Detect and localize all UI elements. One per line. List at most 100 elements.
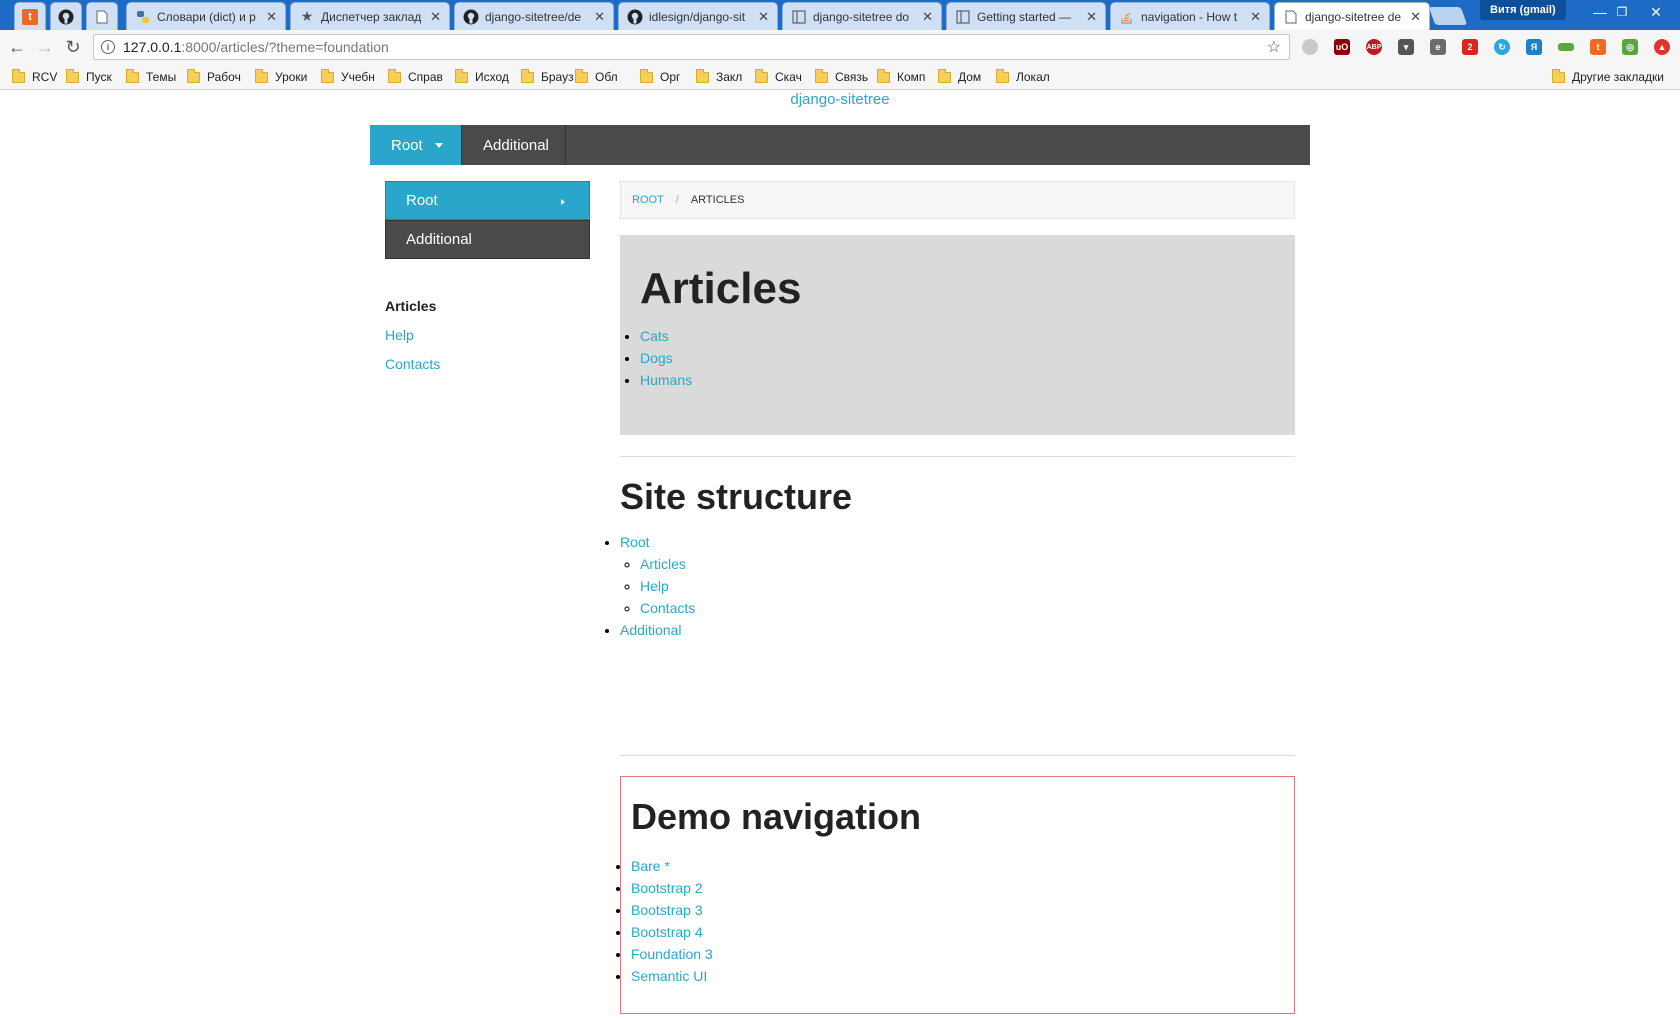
browser-tab-5[interactable]: django-sitetree/de ✕: [454, 2, 614, 30]
url-host: 127.0.0.1: [123, 39, 182, 55]
bookmark-folder[interactable]: RCV: [12, 68, 57, 86]
pocket-extension-icon[interactable]: ▾: [1398, 39, 1414, 55]
topbar-root-dropdown[interactable]: Root: [370, 125, 461, 165]
bookmark-folder[interactable]: Уроки: [255, 68, 307, 86]
article-link-humans[interactable]: Humans: [640, 372, 692, 388]
theme-link-bootstrap2[interactable]: Bootstrap 2: [631, 880, 703, 896]
theme-link-bootstrap3[interactable]: Bootstrap 3: [631, 902, 703, 918]
section-menu-contacts[interactable]: Contacts: [385, 356, 440, 372]
evernote-extension-icon[interactable]: e: [1430, 39, 1446, 55]
close-tab-icon[interactable]: ✕: [1410, 9, 1421, 25]
sidenav-additional[interactable]: Additional: [385, 220, 590, 259]
browser-tab-0[interactable]: t: [14, 2, 46, 30]
browser-tab-1[interactable]: [50, 2, 82, 30]
other-bookmarks[interactable]: Другие закладки: [1552, 68, 1664, 86]
page-content: django-sitetree Root Additional Root Add…: [0, 91, 1680, 1020]
calendar-extension-icon[interactable]: 2: [1462, 39, 1478, 55]
bookmark-folder[interactable]: Комп: [877, 68, 925, 86]
breadcrumb-root[interactable]: Root: [632, 194, 664, 206]
upload-extension-icon[interactable]: ▲: [1654, 39, 1670, 55]
close-tab-icon[interactable]: ✕: [922, 9, 933, 25]
topbar-additional-link[interactable]: Additional: [462, 125, 566, 165]
tab-title: django-sitetree/de: [485, 9, 582, 24]
close-window-icon[interactable]: ✕: [1636, 0, 1676, 24]
stackoverflow-icon: [1119, 9, 1135, 25]
bookmark-folder[interactable]: Темы: [126, 68, 176, 86]
bookmark-folder[interactable]: Справ: [388, 68, 443, 86]
bookmark-star-icon[interactable]: ☆: [1267, 37, 1281, 57]
sidenav-root[interactable]: Root: [385, 181, 590, 220]
browser-tab-8[interactable]: Getting started — ✕: [946, 2, 1106, 30]
bookmark-folder[interactable]: Учебн: [321, 68, 375, 86]
structure-root-link[interactable]: Root: [620, 534, 650, 550]
tab-title: Диспетчер заклад: [321, 9, 422, 24]
site-title-link[interactable]: django-sitetree: [0, 91, 1680, 108]
close-tab-icon[interactable]: ✕: [758, 9, 769, 25]
adblock-extension-icon[interactable]: ABP: [1366, 39, 1382, 55]
bookmark-folder[interactable]: Исход: [455, 68, 509, 86]
bookmark-folder[interactable]: Дом: [938, 68, 981, 86]
globe-extension-icon[interactable]: [1302, 39, 1318, 55]
folder-icon: [66, 68, 79, 83]
bookmark-folder[interactable]: Обл: [575, 68, 618, 86]
theme-link-bare[interactable]: Bare *: [631, 858, 670, 874]
close-tab-icon[interactable]: ✕: [1086, 9, 1097, 25]
browser-tab-7[interactable]: django-sitetree do ✕: [782, 2, 942, 30]
sync-extension-icon[interactable]: ↻: [1494, 39, 1510, 55]
address-bar[interactable]: i 127.0.0.1:8000/articles/?theme=foundat…: [93, 34, 1290, 60]
divider: [620, 456, 1295, 457]
close-tab-icon[interactable]: ✕: [430, 9, 441, 25]
bookmark-folder[interactable]: Брауз: [521, 68, 574, 86]
structure-articles-link[interactable]: Articles: [640, 556, 686, 572]
browser-tab-6[interactable]: idlesign/django-sit ✕: [618, 2, 778, 30]
folder-icon: [388, 68, 401, 83]
reload-icon[interactable]: ↻: [62, 36, 84, 58]
site-structure-tree: Root Articles Help Contacts Additional: [620, 531, 695, 641]
article-link-dogs[interactable]: Dogs: [640, 350, 673, 366]
bookmark-folder[interactable]: Скач: [755, 68, 802, 86]
info-icon[interactable]: i: [101, 40, 115, 54]
section-menu-help[interactable]: Help: [385, 327, 414, 343]
forward-arrow-icon[interactable]: →: [34, 36, 56, 58]
back-arrow-icon[interactable]: ←: [6, 36, 28, 58]
browser-tab-4[interactable]: ★ Диспетчер заклад ✕: [290, 2, 450, 30]
screenshot-extension-icon[interactable]: ◎: [1622, 39, 1638, 55]
bookmark-label: Брауз: [541, 70, 574, 84]
structure-additional-link[interactable]: Additional: [620, 622, 682, 638]
bookmark-folder[interactable]: Локал: [996, 68, 1050, 86]
theme-link-bootstrap4[interactable]: Bootstrap 4: [631, 924, 703, 940]
tab-title: django-sitetree de: [1305, 10, 1402, 24]
bookmark-label: Другие закладки: [1572, 70, 1664, 84]
star-icon: ★: [300, 8, 314, 24]
site-structure-heading: Site structure: [620, 476, 853, 517]
theme-link-semantic-ui[interactable]: Semantic UI: [631, 968, 707, 984]
list-item: Foundation 3: [631, 943, 1284, 965]
bookmark-folder[interactable]: Связь: [815, 68, 868, 86]
browser-tab-2[interactable]: [86, 2, 118, 30]
python-icon: [135, 9, 151, 25]
bookmark-label: Комп: [897, 70, 926, 84]
bookmark-folder[interactable]: Рабоч: [187, 68, 241, 86]
new-tab-button[interactable]: [1428, 7, 1468, 25]
close-tab-icon[interactable]: ✕: [1250, 9, 1261, 25]
structure-help-link[interactable]: Help: [640, 578, 669, 594]
bookmark-label: Закл: [716, 70, 743, 84]
profile-badge[interactable]: Витя (gmail): [1480, 0, 1566, 20]
bookmark-folder[interactable]: Закл: [696, 68, 742, 86]
bookmark-folder[interactable]: Орг: [640, 68, 680, 86]
battery-extension-icon[interactable]: [1558, 43, 1574, 51]
article-link-cats[interactable]: Cats: [640, 328, 669, 344]
structure-contacts-link[interactable]: Contacts: [640, 600, 695, 616]
bookmark-folder[interactable]: Пуск: [66, 68, 112, 86]
browser-tab-active[interactable]: django-sitetree de ✕: [1274, 2, 1430, 31]
browser-tab-9[interactable]: navigation - How t ✕: [1110, 2, 1270, 30]
ublock-extension-icon[interactable]: uO: [1334, 39, 1350, 55]
browser-tab-3[interactable]: Словари (dict) и р ✕: [126, 2, 286, 30]
t-extension-icon[interactable]: t: [1590, 39, 1606, 55]
theme-link-foundation3[interactable]: Foundation 3: [631, 946, 713, 962]
close-tab-icon[interactable]: ✕: [266, 9, 277, 25]
translate-extension-icon[interactable]: Я: [1526, 39, 1542, 55]
top-navbar: Root Additional: [370, 125, 1310, 165]
close-tab-icon[interactable]: ✕: [594, 9, 605, 25]
page-icon: [94, 9, 110, 25]
